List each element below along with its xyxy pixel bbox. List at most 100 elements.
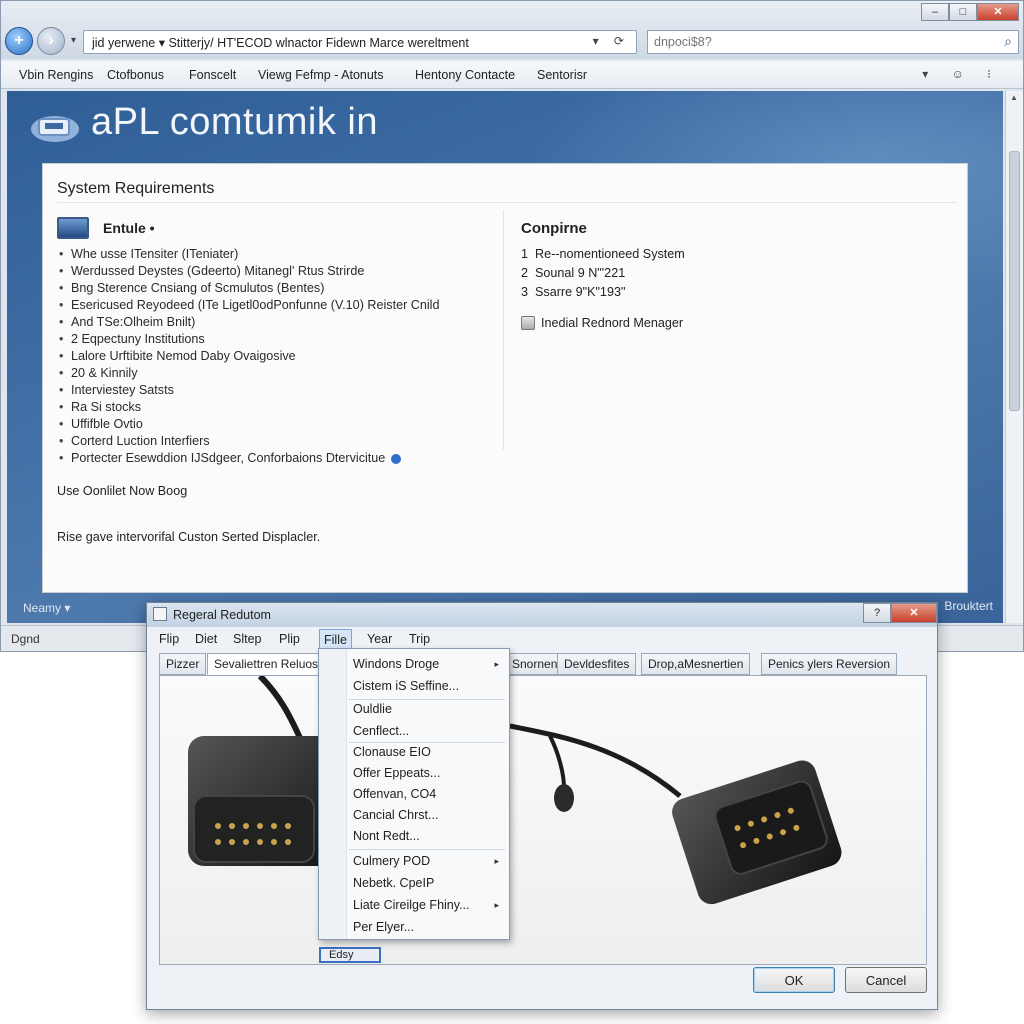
compatibility-column: Conpirne 1 Re--nomentioneed System 2 Souna… bbox=[521, 220, 941, 330]
bottom-status-text: Dgnd bbox=[11, 632, 40, 646]
logo-icon bbox=[31, 116, 79, 142]
panel-divider bbox=[57, 202, 957, 203]
menu-item[interactable]: Nont Redt... bbox=[353, 829, 420, 843]
browser-titlebar: – □ ✕ + › ▾ jid yerwene ▾ Stitterjy/ HT'… bbox=[1, 1, 1023, 59]
search-box[interactable]: ⌕ bbox=[647, 30, 1019, 54]
menu-item[interactable]: Liate Cireilge Fhiny... bbox=[353, 898, 470, 912]
list-item: 1 Re--nomentioneed System bbox=[521, 247, 685, 261]
dialog-close-button[interactable]: ✕ bbox=[891, 603, 937, 623]
display-note: Rise gave intervorifal Custon Serted Dis… bbox=[57, 530, 321, 544]
menu-item[interactable]: Ouldlie bbox=[353, 702, 392, 716]
menu-item[interactable]: Offer Eppeats... bbox=[353, 766, 440, 780]
usage-note: Use Oonlilet Now Boog bbox=[57, 484, 188, 498]
history-dropdown-icon[interactable]: ▾ bbox=[71, 35, 76, 46]
list-item: Werdussed Deystes (Gdeerto) Mitanegl' Rt… bbox=[57, 263, 497, 280]
menu-item[interactable]: Nebetk. CpeIP bbox=[353, 876, 434, 890]
dialog-menu-item[interactable]: Year bbox=[367, 632, 392, 646]
dialog-menu-item[interactable]: Plip bbox=[279, 632, 300, 646]
column-divider bbox=[503, 210, 504, 450]
back-button[interactable]: + bbox=[5, 27, 33, 55]
dialog-menu-item[interactable]: Trip bbox=[409, 632, 430, 646]
list-item: 3 Ssarre 9"K"193" bbox=[521, 285, 626, 299]
dialog-menubar: Flip Diet Sltep Plip Fille Year Trip bbox=[147, 629, 937, 651]
monitor-icon bbox=[57, 217, 89, 239]
menu-separator bbox=[349, 742, 505, 743]
submenu-arrow-icon: ▸ bbox=[494, 900, 499, 910]
search-input[interactable] bbox=[648, 31, 978, 53]
toolbar-icons[interactable]: ▾ ☺ ⁝ bbox=[922, 67, 1001, 81]
menu-icon-gutter bbox=[319, 649, 347, 939]
menu-item[interactable]: Cistem iS Seffine... bbox=[353, 679, 459, 693]
menu-item-3[interactable]: Fonscelt bbox=[189, 68, 236, 82]
file-dropdown-menu: Windons Droge ▸ Cistem iS Seffine... Ould… bbox=[318, 648, 510, 940]
list-item: Interviestey Satsts bbox=[57, 382, 497, 399]
minimize-button[interactable]: – bbox=[921, 3, 949, 21]
refresh-icon[interactable]: ▾ ⟳ bbox=[593, 34, 630, 48]
dialog-menu-item[interactable]: Sltep bbox=[233, 632, 262, 646]
requirements-panel: System Requirements Entule • Whe usse IT… bbox=[42, 163, 968, 593]
menu-item-5[interactable]: Hentony Contacte bbox=[415, 68, 515, 82]
requirements-heading-text: Entule • bbox=[103, 220, 155, 236]
menu-item[interactable]: Windons Droge bbox=[353, 657, 439, 671]
device-manager-link[interactable]: Inedial Rednord Menager bbox=[521, 316, 941, 330]
maximize-button[interactable]: □ bbox=[949, 3, 977, 21]
address-bar[interactable]: jid yerwene ▾ Stitterjy/ HT'ECOD wlnacto… bbox=[83, 30, 637, 54]
requirements-heading: Entule • bbox=[57, 216, 497, 240]
obd-cable-image bbox=[160, 676, 926, 964]
list-item: 2 Sounal 9 N"'221 bbox=[521, 266, 626, 280]
panel-title: System Requirements bbox=[57, 180, 215, 197]
scrollbar-thumb[interactable] bbox=[1009, 151, 1020, 411]
forward-arrow-icon: › bbox=[48, 32, 54, 49]
device-manager-label: Inedial Rednord Menager bbox=[541, 316, 684, 330]
properties-dialog: Regeral Redutom ? ✕ Flip Diet Sltep Plip… bbox=[146, 602, 938, 1010]
dialog-buttons: OK Cancel bbox=[147, 967, 937, 1009]
dialog-title: Regeral Redutom bbox=[173, 608, 271, 622]
submenu-arrow-icon: ▸ bbox=[494, 659, 499, 669]
dialog-titlebar: Regeral Redutom ? ✕ bbox=[147, 603, 937, 627]
menu-item[interactable]: Clonause EIO bbox=[353, 745, 431, 759]
vertical-scrollbar[interactable]: ▲ bbox=[1005, 91, 1023, 623]
address-text: jid yerwene ▾ Stitterjy/ HT'ECOD wlnacto… bbox=[92, 36, 469, 50]
edit-field[interactable]: Edsy bbox=[319, 947, 381, 963]
site-logo-text: aPL comtumik in bbox=[91, 101, 378, 143]
search-icon[interactable]: ⌕ bbox=[1004, 33, 1012, 50]
list-item: Bng Sterence Cnsiang of Scmulutos (Bente… bbox=[57, 280, 497, 297]
dialog-menu-item[interactable]: Flip bbox=[159, 632, 179, 646]
info-icon[interactable] bbox=[391, 453, 402, 464]
status-left[interactable]: Neamy ▾ bbox=[23, 601, 70, 615]
tab-2[interactable]: Sevaliettren Reluos bbox=[207, 653, 326, 675]
requirements-column: Entule • Whe usse ITensiter (ITeniater) … bbox=[57, 216, 497, 467]
requirements-list: Whe usse ITensiter (ITeniater) Werdussed… bbox=[57, 246, 497, 467]
menu-item-6[interactable]: Sentorisr bbox=[537, 68, 587, 82]
dialog-help-button[interactable]: ? bbox=[863, 603, 891, 623]
menu-item[interactable]: Offenvan, CO4 bbox=[353, 787, 436, 801]
list-item: And TSe:Olheim Bnilt) bbox=[57, 314, 497, 331]
menu-item[interactable]: Per Elyer... bbox=[353, 920, 414, 934]
cancel-button[interactable]: Cancel bbox=[845, 967, 927, 993]
menu-separator bbox=[349, 849, 505, 850]
menu-item-4[interactable]: Viewg Fefmp - Atonuts bbox=[258, 68, 384, 82]
tab-6[interactable]: Penics ylers Reversion bbox=[761, 653, 898, 675]
tab-4[interactable]: Devldesfites bbox=[557, 653, 637, 675]
menu-item[interactable]: Cenflect... bbox=[353, 724, 409, 738]
tab-5[interactable]: Drop,aMesnertien bbox=[641, 653, 751, 675]
submenu-arrow-icon: ▸ bbox=[494, 856, 499, 866]
menu-item[interactable]: Cancial Chrst... bbox=[353, 808, 438, 822]
dialog-menu-item[interactable]: Diet bbox=[195, 632, 217, 646]
list-item: Whe usse ITensiter (ITeniater) bbox=[57, 246, 497, 263]
forward-button[interactable]: › bbox=[37, 27, 65, 55]
menu-separator bbox=[349, 699, 505, 700]
menu-item-1[interactable]: Vbin Rengins bbox=[19, 68, 93, 82]
ok-button[interactable]: OK bbox=[753, 967, 835, 993]
dialog-app-icon bbox=[153, 607, 167, 621]
scroll-up-icon[interactable]: ▲ bbox=[1010, 93, 1018, 102]
menu-item[interactable]: Culmery POD bbox=[353, 854, 430, 868]
compatibility-list: 1 Re--nomentioneed System 2 Sounal 9 N"'22… bbox=[521, 245, 941, 302]
list-item: Portecter Esewddion IJSdgeer, Conforbaio… bbox=[57, 450, 497, 467]
dialog-content-area bbox=[159, 675, 927, 965]
list-item: 2 Eqpectuny Institutions bbox=[57, 331, 497, 348]
tab-1[interactable]: Pizzer bbox=[159, 653, 207, 675]
close-button[interactable]: ✕ bbox=[977, 3, 1019, 21]
menu-item-2[interactable]: Ctofbonus bbox=[107, 68, 164, 82]
browser-menubar: Vbin Rengins Ctofbonus Fonscelt Viewg Fe… bbox=[1, 61, 1023, 89]
